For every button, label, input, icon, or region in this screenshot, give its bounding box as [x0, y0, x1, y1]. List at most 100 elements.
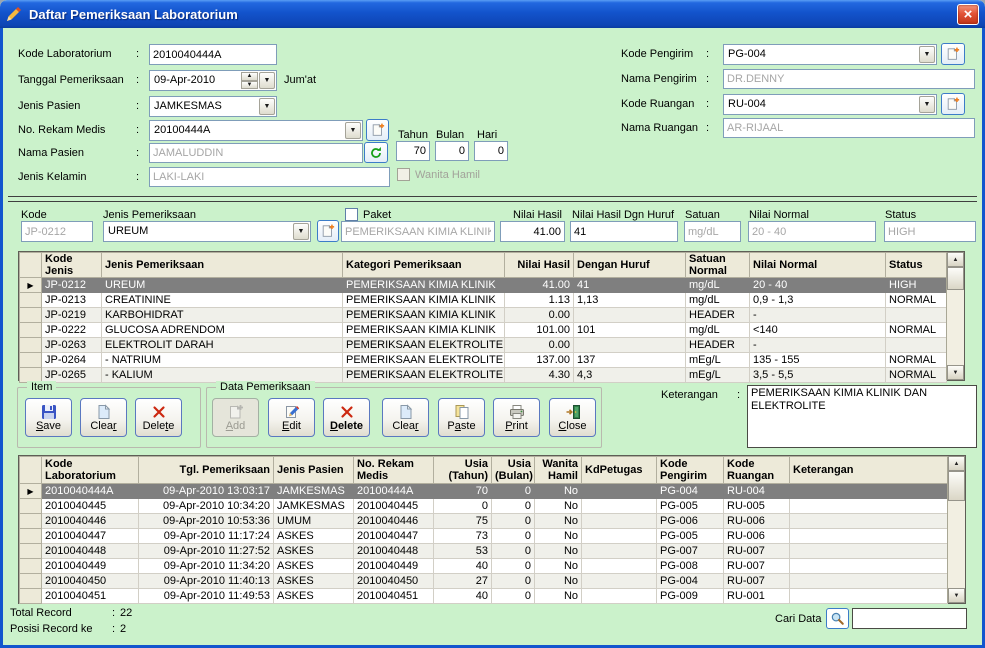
cell-kode-jenis[interactable]: JP-0263	[42, 338, 102, 353]
nilai-hasil-huruf-input[interactable]	[570, 221, 678, 242]
cell-kode-laboratorium[interactable]: 2010040445	[42, 499, 139, 514]
cell-keterangan[interactable]	[790, 529, 948, 544]
cell-wanita-hamil[interactable]: No	[535, 529, 582, 544]
record-grid-scrollbar[interactable]: ▲ ▼	[947, 456, 965, 603]
row-selector[interactable]	[20, 353, 42, 368]
table-row[interactable]: JP-0263 ELEKTROLIT DARAH PEMERIKSAAN ELE…	[20, 338, 947, 353]
cell-wanita-hamil[interactable]: No	[535, 574, 582, 589]
usia-bulan-input[interactable]	[435, 141, 469, 161]
cell-jenis-pemeriksaan[interactable]: CREATININE	[102, 293, 343, 308]
tanggal-pemeriksaan-picker[interactable]: 09-Apr-2010 ▲ ▼ ▼	[149, 70, 277, 91]
cell-kode-jenis[interactable]: JP-0222	[42, 323, 102, 338]
cell-no-rekam-medis[interactable]: 2010040446	[354, 514, 434, 529]
cell-tgl-pemeriksaan[interactable]: 09-Apr-2010 13:03:17	[139, 484, 274, 499]
cell-kode-pengirim[interactable]: PG-005	[657, 529, 724, 544]
kode-laboratorium-input[interactable]	[149, 44, 277, 65]
cell-keterangan[interactable]	[790, 589, 948, 604]
cell-keterangan[interactable]	[790, 544, 948, 559]
table-row[interactable]: 2010040449 09-Apr-2010 11:34:20 ASKES 20…	[20, 559, 948, 574]
cell-usia-bulan[interactable]: 0	[492, 529, 535, 544]
cell-keterangan[interactable]	[790, 574, 948, 589]
table-row[interactable]: ▶ JP-0212 UREUM PEMERIKSAAN KIMIA KLINIK…	[20, 278, 947, 293]
scrollbar-thumb[interactable]	[947, 267, 964, 290]
kode-input[interactable]	[21, 221, 93, 242]
cell-jenis-pemeriksaan[interactable]: KARBOHIDRAT	[102, 308, 343, 323]
cell-kode-ruangan[interactable]: RU-007	[724, 544, 790, 559]
row-selector[interactable]	[20, 544, 42, 559]
cell-nilai-hasil[interactable]: 0.00	[505, 338, 574, 353]
cell-kode-ruangan[interactable]: RU-007	[724, 559, 790, 574]
cell-tgl-pemeriksaan[interactable]: 09-Apr-2010 11:17:24	[139, 529, 274, 544]
cell-kode-pengirim[interactable]: PG-005	[657, 499, 724, 514]
scrollbar-thumb[interactable]	[948, 471, 965, 501]
scroll-down-button[interactable]: ▼	[948, 588, 965, 603]
cell-kode-jenis[interactable]: JP-0212	[42, 278, 102, 293]
cell-wanita-hamil[interactable]: No	[535, 544, 582, 559]
cell-dengan-huruf[interactable]: 137	[574, 353, 686, 368]
cari-data-input[interactable]	[852, 608, 967, 629]
cell-kdpetugas[interactable]	[582, 499, 657, 514]
cell-kode-pengirim[interactable]: PG-006	[657, 514, 724, 529]
cell-jenis-pemeriksaan[interactable]: GLUCOSA ADRENDOM	[102, 323, 343, 338]
cell-keterangan[interactable]	[790, 514, 948, 529]
cell-kode-ruangan[interactable]: RU-005	[724, 499, 790, 514]
cell-kdpetugas[interactable]	[582, 589, 657, 604]
cell-nilai-hasil[interactable]: 0.00	[505, 308, 574, 323]
table-row[interactable]: 2010040451 09-Apr-2010 11:49:53 ASKES 20…	[20, 589, 948, 604]
cell-jenis-pemeriksaan[interactable]: ELEKTROLIT DARAH	[102, 338, 343, 353]
cell-nilai-hasil[interactable]: 41.00	[505, 278, 574, 293]
nama-ruangan-input[interactable]	[723, 118, 975, 138]
cell-tgl-pemeriksaan[interactable]: 09-Apr-2010 10:34:20	[139, 499, 274, 514]
cell-tgl-pemeriksaan[interactable]: 09-Apr-2010 10:53:36	[139, 514, 274, 529]
cell-kode-pengirim[interactable]: PG-008	[657, 559, 724, 574]
scroll-down-button[interactable]: ▼	[947, 365, 964, 380]
cell-nilai-hasil[interactable]: 1.13	[505, 293, 574, 308]
cell-keterangan[interactable]	[790, 559, 948, 574]
row-selector[interactable]	[20, 323, 42, 338]
jenis-pasien-combo[interactable]: JAMKESMAS ▼	[149, 96, 277, 117]
table-row[interactable]: JP-0222 GLUCOSA ADRENDOM PEMERIKSAAN KIM…	[20, 323, 947, 338]
table-row[interactable]: 2010040450 09-Apr-2010 11:40:13 ASKES 20…	[20, 574, 948, 589]
cell-jenis-pemeriksaan[interactable]: UREUM	[102, 278, 343, 293]
row-selector[interactable]	[20, 574, 42, 589]
cell-usia-bulan[interactable]: 0	[492, 484, 535, 499]
keterangan-textarea[interactable]: PEMERIKSAAN KIMIA KLINIK DAN ELEKTROLITE	[747, 385, 977, 448]
clear-item-button[interactable]: Clear	[80, 398, 127, 437]
cell-nilai-normal[interactable]: -	[750, 338, 886, 353]
cell-jenis-pasien[interactable]: ASKES	[274, 544, 354, 559]
cell-nilai-hasil[interactable]: 101.00	[505, 323, 574, 338]
cell-kode-pengirim[interactable]: PG-004	[657, 484, 724, 499]
cell-nilai-hasil[interactable]: 4.30	[505, 368, 574, 383]
cell-kode-ruangan[interactable]: RU-006	[724, 514, 790, 529]
table-row[interactable]: 2010040447 09-Apr-2010 11:17:24 ASKES 20…	[20, 529, 948, 544]
cell-kode-pengirim[interactable]: PG-009	[657, 589, 724, 604]
cell-no-rekam-medis[interactable]: 2010040448	[354, 544, 434, 559]
status-input[interactable]	[884, 221, 976, 242]
cell-kode-jenis[interactable]: JP-0219	[42, 308, 102, 323]
row-selector[interactable]	[20, 338, 42, 353]
cell-kategori[interactable]: PEMERIKSAAN ELEKTROLITE	[343, 368, 505, 383]
cell-dengan-huruf[interactable]	[574, 308, 686, 323]
table-row[interactable]: 2010040448 09-Apr-2010 11:27:52 ASKES 20…	[20, 544, 948, 559]
cell-usia-bulan[interactable]: 0	[492, 544, 535, 559]
delete-record-button[interactable]: Delete	[323, 398, 370, 437]
cell-kategori[interactable]: PEMERIKSAAN KIMIA KLINIK	[343, 308, 505, 323]
cell-tgl-pemeriksaan[interactable]: 09-Apr-2010 11:34:20	[139, 559, 274, 574]
cell-wanita-hamil[interactable]: No	[535, 499, 582, 514]
cell-kode-jenis[interactable]: JP-0213	[42, 293, 102, 308]
cell-wanita-hamil[interactable]: No	[535, 484, 582, 499]
row-selector[interactable]	[20, 499, 42, 514]
scroll-up-button[interactable]: ▲	[948, 456, 965, 471]
satuan-input[interactable]	[684, 221, 741, 242]
spin-up-button[interactable]: ▲	[241, 72, 258, 81]
close-form-button[interactable]: Close	[549, 398, 596, 437]
no-rekam-medis-combo[interactable]: 20100444A ▼	[149, 120, 363, 141]
title-bar[interactable]: Daftar Pemeriksaan Laboratorium ×	[0, 0, 985, 28]
cell-wanita-hamil[interactable]: No	[535, 514, 582, 529]
nama-pasien-input[interactable]	[149, 143, 363, 163]
jenis-pasien-dropdown-button[interactable]: ▼	[259, 98, 275, 115]
cell-jenis-pasien[interactable]: ASKES	[274, 574, 354, 589]
cell-no-rekam-medis[interactable]: 2010040450	[354, 574, 434, 589]
add-button[interactable]: Add	[212, 398, 259, 437]
new-ruangan-button[interactable]	[941, 93, 965, 115]
